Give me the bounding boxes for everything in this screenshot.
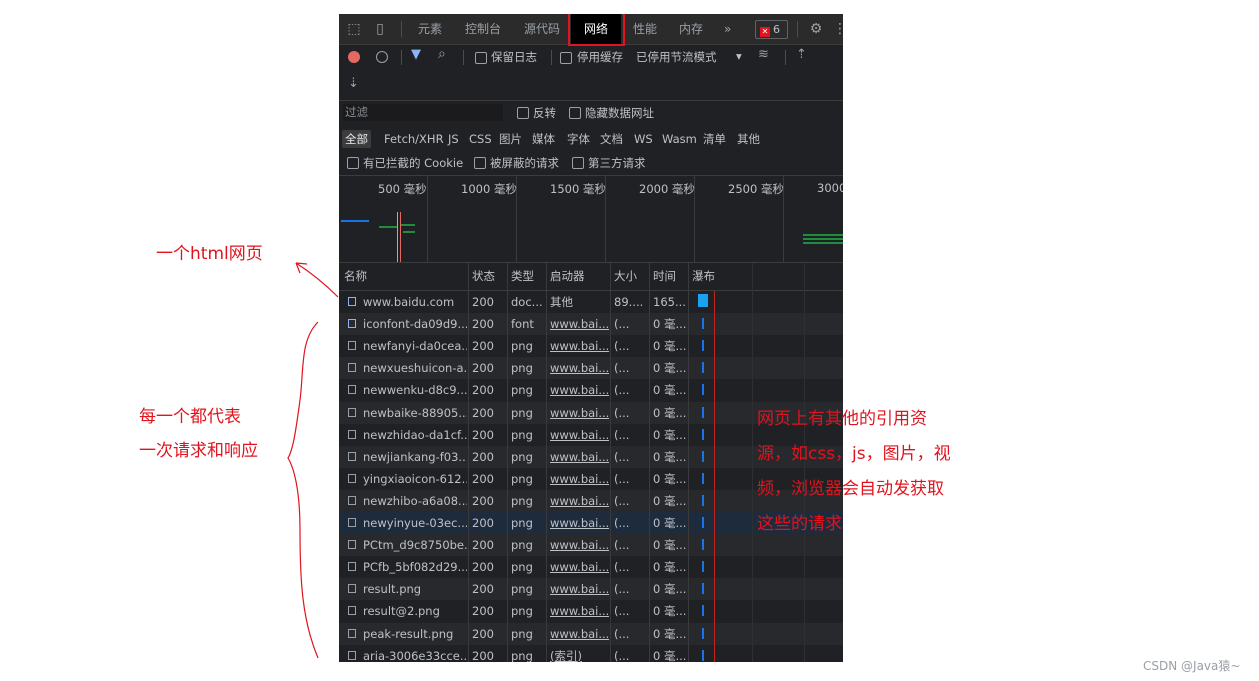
csdn-watermark: CSDN @Java猿~	[1143, 659, 1241, 673]
annotation-arrow-line	[295, 262, 339, 298]
annotation-curly-brace	[287, 321, 319, 659]
annotation-drawing-layer	[287, 262, 339, 659]
